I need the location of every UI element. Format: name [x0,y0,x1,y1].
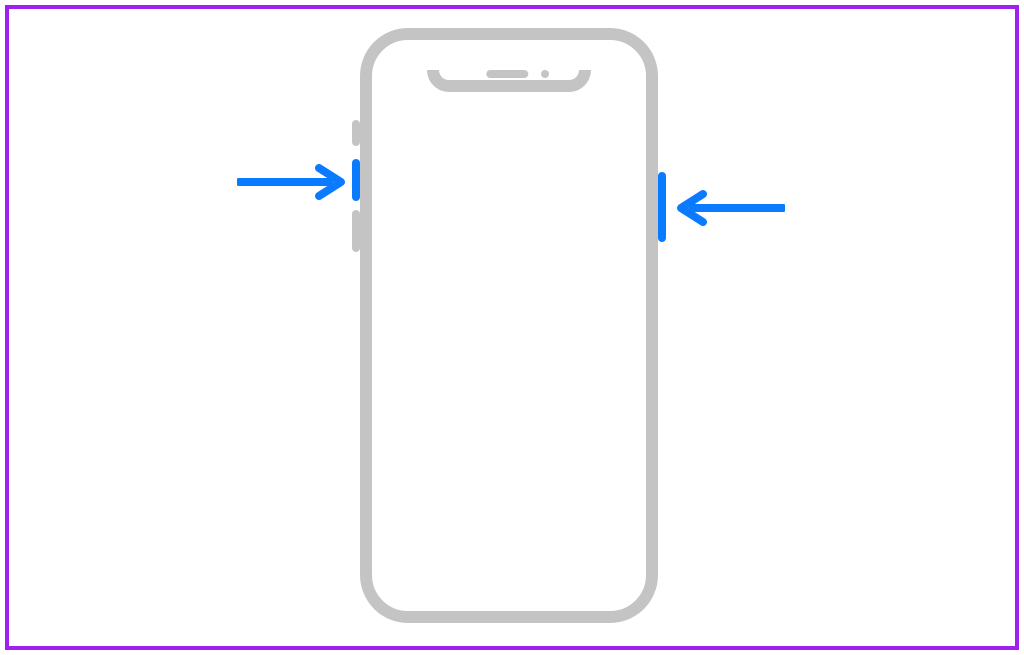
volume-down-button [352,210,360,252]
mute-switch-button [352,120,360,146]
notch-cover [417,56,602,70]
phone-outline [360,28,658,623]
iphone-diagram [0,0,1024,655]
arrow-left-icon [675,190,785,231]
speaker-icon [486,70,528,78]
side-button [658,172,666,242]
arrow-right-icon [237,164,347,205]
front-camera-icon [541,70,549,78]
phone-body [360,28,658,623]
volume-up-button [352,159,360,201]
